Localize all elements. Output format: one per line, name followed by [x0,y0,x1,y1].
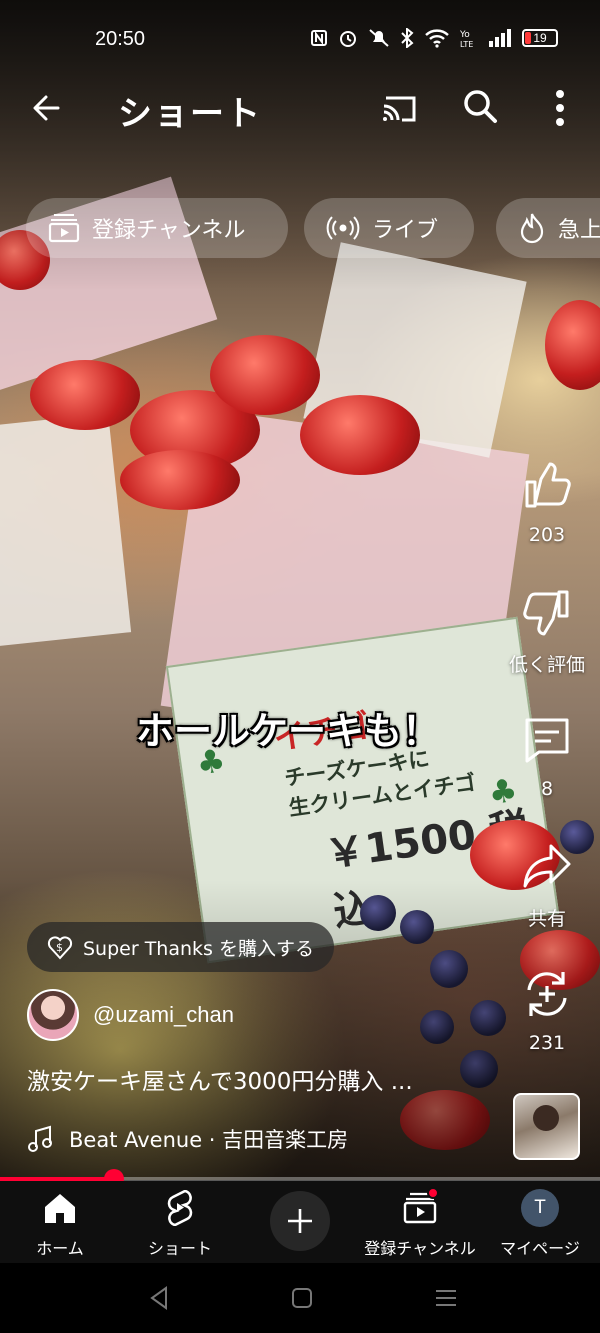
chip-label: 急上 [558,218,600,243]
music-thumbnail[interactable] [513,1093,580,1160]
comments-button[interactable]: 8 [500,714,594,800]
strawberry [545,300,600,390]
shorts-icon [167,1190,193,1226]
chip-subscriptions[interactable]: 登録チャンネル [26,198,288,258]
strawberry [300,395,420,475]
nav-label: マイページ [500,1239,580,1258]
comment-icon [525,718,569,763]
home-icon [45,1194,75,1223]
strawberry [120,450,240,510]
system-recents-icon[interactable] [426,1283,466,1313]
dislike-button[interactable]: 低く評価 [500,586,594,677]
svg-text:$: $ [56,941,63,954]
music-row[interactable]: Beat Avenue · 吉田音楽工房 [27,1124,348,1154]
nav-home[interactable]: ホーム [0,1189,120,1259]
status-time: 20:50 [95,28,146,50]
cast-icon[interactable] [378,86,422,130]
create-button[interactable] [270,1191,330,1251]
notification-dot [427,1187,439,1199]
share-button[interactable]: 共有 [500,840,594,931]
filter-chips: 登録チャンネル ライブ 急上 [26,198,600,260]
trending-icon [520,213,544,244]
nav-shorts[interactable]: ショート [120,1189,240,1259]
system-back-icon[interactable] [140,1283,180,1313]
bottom-navigation: ホーム ショート 登録チャンネル T マイページ [0,1181,600,1263]
top-app-bar: ショート [0,78,600,138]
system-navigation-bar [0,1263,600,1333]
system-home-icon[interactable] [282,1283,322,1313]
music-note-icon [28,1125,52,1152]
battery-level: 19 [533,31,547,45]
svg-text:Yo: Yo [460,30,470,40]
video-caption: ホールケーキも！ [136,709,441,753]
thumbs-up-icon [525,462,571,508]
cake-wrapper [0,413,132,647]
nav-label: ショート [147,1239,212,1258]
share-label: 共有 [527,908,566,930]
comment-count: 8 [540,778,554,800]
thumbs-down-icon [523,590,569,636]
share-icon [523,844,571,888]
chip-trending[interactable]: 急上 [496,198,600,258]
nav-subscriptions[interactable]: 登録チャンネル [360,1187,480,1259]
like-count: 203 [528,524,566,546]
volte-icon: YoLTE [460,30,473,48]
video-title[interactable]: 激安ケーキ屋さんで3000円分購入 ... [27,1062,477,1096]
nav-label: ホーム [36,1239,84,1258]
strawberry [30,360,140,430]
alarm-icon [340,31,356,47]
subscriptions-icon [48,214,80,243]
like-button[interactable]: 203 [500,460,594,546]
svg-text:LTE: LTE [460,40,473,48]
channel-handle[interactable]: @uzami_chan [93,1002,234,1028]
bluetooth-icon [401,28,414,48]
status-bar: 20:50 Yo LTE 19 [0,22,600,58]
super-thanks-button[interactable]: $ Super Thanks を購入する [27,922,334,972]
back-arrow-icon[interactable] [26,86,70,130]
super-thanks-label: Super Thanks を購入する [83,937,314,960]
live-icon [326,216,360,240]
nav-you[interactable]: T マイページ [480,1189,600,1259]
wifi-icon [425,29,449,48]
remix-count: 231 [528,1032,566,1054]
plus-icon [288,1209,312,1233]
nav-label: 登録チャンネル [364,1239,476,1258]
music-label: Beat Avenue · 吉田音楽工房 [69,1128,349,1152]
remix-icon [527,972,567,1016]
search-icon[interactable] [458,84,502,128]
battery-icon: 19 [522,29,558,47]
dislike-label: 低く評価 [508,654,585,676]
super-thanks-icon: $ [47,936,73,960]
chip-label: ライブ [372,218,439,243]
channel-avatar[interactable] [27,989,79,1041]
signal-icon [489,29,511,47]
profile-avatar: T [521,1189,559,1227]
nfc-icon [311,30,327,46]
chip-label: 登録チャンネル [92,218,246,243]
page-title: ショート [118,94,262,134]
channel-row[interactable]: @uzami_chan [27,988,234,1042]
chip-live[interactable]: ライブ [304,198,474,258]
remix-button[interactable]: 231 [500,968,594,1054]
mute-icon [369,29,389,47]
strawberry [210,335,320,415]
more-vert-icon[interactable] [540,84,580,132]
